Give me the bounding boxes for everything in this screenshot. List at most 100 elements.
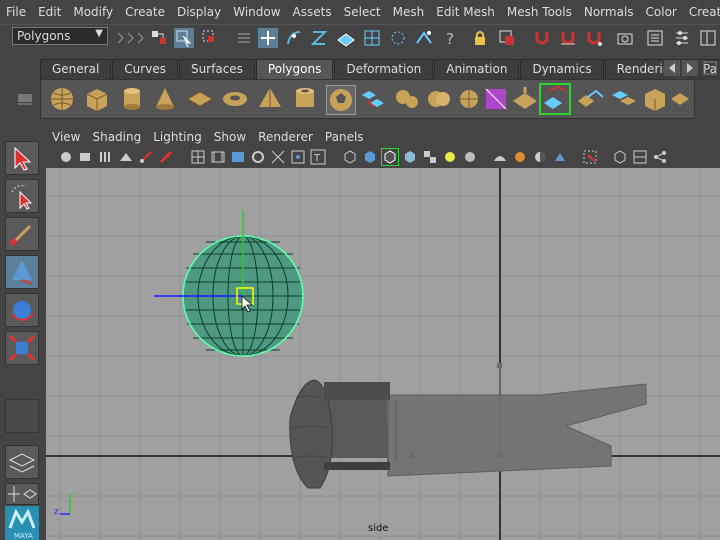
- boolean-union-icon[interactable]: [425, 85, 453, 113]
- menu-window[interactable]: Window: [227, 5, 286, 19]
- select-hierarchy-icon[interactable]: [150, 28, 170, 48]
- last-tool-button[interactable]: [5, 399, 39, 433]
- history-icon[interactable]: [414, 28, 434, 48]
- safe-title-icon[interactable]: T: [310, 149, 326, 165]
- poly-pipe-icon[interactable]: [291, 85, 319, 113]
- menu-edit[interactable]: Edit: [32, 5, 67, 19]
- menu-edit-mesh[interactable]: Edit Mesh: [430, 5, 501, 19]
- poly-cube-icon[interactable]: [83, 85, 111, 113]
- camera-select-icon[interactable]: [58, 149, 74, 165]
- snap-point-icon[interactable]: [309, 28, 329, 48]
- all-lights-icon[interactable]: [462, 149, 478, 165]
- poly-cone-icon[interactable]: [151, 85, 179, 113]
- isolate-select-icon[interactable]: [582, 149, 598, 165]
- flask-mesh[interactable]: [289, 363, 647, 489]
- render-region-icon[interactable]: [615, 28, 635, 48]
- snap-surface-icon[interactable]: [362, 28, 382, 48]
- select-tool-button[interactable]: [5, 141, 39, 175]
- vp-menu-view[interactable]: View: [46, 130, 86, 144]
- combine-icon[interactable]: [359, 85, 387, 113]
- ambient-occlusion-icon[interactable]: [512, 149, 528, 165]
- wireframe-on-shaded-icon[interactable]: [381, 148, 399, 166]
- attribute-editor-icon[interactable]: [672, 28, 692, 48]
- extrude-icon[interactable]: [539, 83, 571, 115]
- motion-blur-icon[interactable]: [532, 149, 548, 165]
- resolution-gate-icon[interactable]: [230, 149, 246, 165]
- select-highlight-icon[interactable]: [497, 28, 517, 48]
- menu-mesh[interactable]: Mesh: [387, 5, 431, 19]
- poly-cylinder-icon[interactable]: [118, 85, 146, 113]
- xray-joints-icon[interactable]: [632, 149, 648, 165]
- image-plane-icon[interactable]: [118, 149, 134, 165]
- fill-hole-icon[interactable]: [641, 85, 669, 113]
- grease-pencil-icon[interactable]: [158, 149, 174, 165]
- textured-icon[interactable]: [402, 149, 418, 165]
- shelf-options[interactable]: [10, 59, 41, 117]
- poly-plane-icon[interactable]: [186, 85, 214, 113]
- rotate-tool-button[interactable]: [5, 293, 39, 327]
- render-icon[interactable]: [645, 28, 665, 48]
- scale-tool-button[interactable]: [5, 331, 39, 365]
- snap-grid-icon[interactable]: [258, 28, 278, 48]
- share-icon[interactable]: [652, 149, 668, 165]
- vp-menu-shading[interactable]: Shading: [86, 130, 147, 144]
- checker-icon[interactable]: [422, 149, 438, 165]
- gate-mask-icon[interactable]: [250, 149, 266, 165]
- default-lighting-icon[interactable]: [442, 149, 458, 165]
- lasso-tool-button[interactable]: [5, 179, 39, 213]
- smooth-shade-icon[interactable]: [362, 149, 378, 165]
- lock-icon[interactable]: [470, 28, 490, 48]
- xray-icon[interactable]: [612, 149, 628, 165]
- menu-create-uvs[interactable]: Create UVs: [683, 5, 720, 19]
- side-viewport[interactable]: y z side: [46, 168, 720, 540]
- anti-aliasing-icon[interactable]: [552, 149, 568, 165]
- field-chart-icon[interactable]: [270, 149, 286, 165]
- move-tool-button[interactable]: [5, 255, 39, 289]
- paint-select-button[interactable]: [5, 217, 39, 251]
- tab-animation[interactable]: Animation: [434, 59, 520, 80]
- select-component-icon[interactable]: [200, 28, 220, 48]
- collapse-arrows-icon[interactable]: [115, 28, 145, 48]
- mirror-geometry-icon[interactable]: [482, 85, 510, 113]
- bookmarks-icon[interactable]: [98, 149, 114, 165]
- menu-set-dropdown[interactable]: Polygons ▼: [12, 27, 108, 45]
- tab-polygons[interactable]: Polygons: [255, 59, 334, 80]
- menu-file[interactable]: File: [0, 5, 32, 19]
- poly-soccer-ball-icon[interactable]: [326, 85, 356, 115]
- poly-pyramid-icon[interactable]: [256, 85, 284, 113]
- magnet-curve-icon[interactable]: [558, 28, 578, 48]
- vp-menu-panels[interactable]: Panels: [319, 130, 370, 144]
- tab-dynamics[interactable]: Dynamics: [520, 59, 604, 80]
- poly-torus-icon[interactable]: [221, 85, 249, 113]
- shelf-scroll-left-icon[interactable]: [664, 60, 680, 76]
- menu-modify[interactable]: Modify: [67, 5, 119, 19]
- grid-toggle-icon[interactable]: [190, 149, 206, 165]
- snap-plane-icon[interactable]: [336, 28, 356, 48]
- append-polygon-icon[interactable]: [609, 85, 637, 113]
- selection-mask-icon[interactable]: [234, 28, 254, 48]
- menu-create[interactable]: Create: [119, 5, 171, 19]
- select-object-icon[interactable]: [174, 28, 194, 48]
- menu-select[interactable]: Select: [338, 5, 387, 19]
- layout-quad-button[interactable]: [5, 483, 39, 505]
- shelf-tab-menu-icon[interactable]: [702, 60, 718, 76]
- bridge-icon[interactable]: [576, 85, 604, 113]
- bevel-icon[interactable]: [669, 85, 691, 113]
- menu-normals[interactable]: Normals: [578, 5, 640, 19]
- camera-attributes-icon[interactable]: [78, 149, 94, 165]
- live-surface-icon[interactable]: [388, 28, 408, 48]
- layout-single-button[interactable]: [5, 445, 39, 479]
- tab-general[interactable]: General: [40, 59, 112, 80]
- menu-assets[interactable]: Assets: [287, 5, 338, 19]
- film-gate-icon[interactable]: [210, 149, 226, 165]
- poly-sphere-icon[interactable]: [48, 85, 76, 113]
- magnet-icon[interactable]: [532, 28, 552, 48]
- vp-menu-lighting[interactable]: Lighting: [147, 130, 208, 144]
- boolean-difference-icon[interactable]: [455, 85, 483, 113]
- shelf-menu-icon[interactable]: [16, 89, 34, 107]
- tab-surfaces[interactable]: Surfaces: [178, 59, 255, 80]
- two-d-pan-icon[interactable]: [138, 149, 154, 165]
- help-icon[interactable]: ?: [440, 28, 460, 48]
- separate-icon[interactable]: [393, 85, 421, 113]
- safe-action-icon[interactable]: [290, 149, 306, 165]
